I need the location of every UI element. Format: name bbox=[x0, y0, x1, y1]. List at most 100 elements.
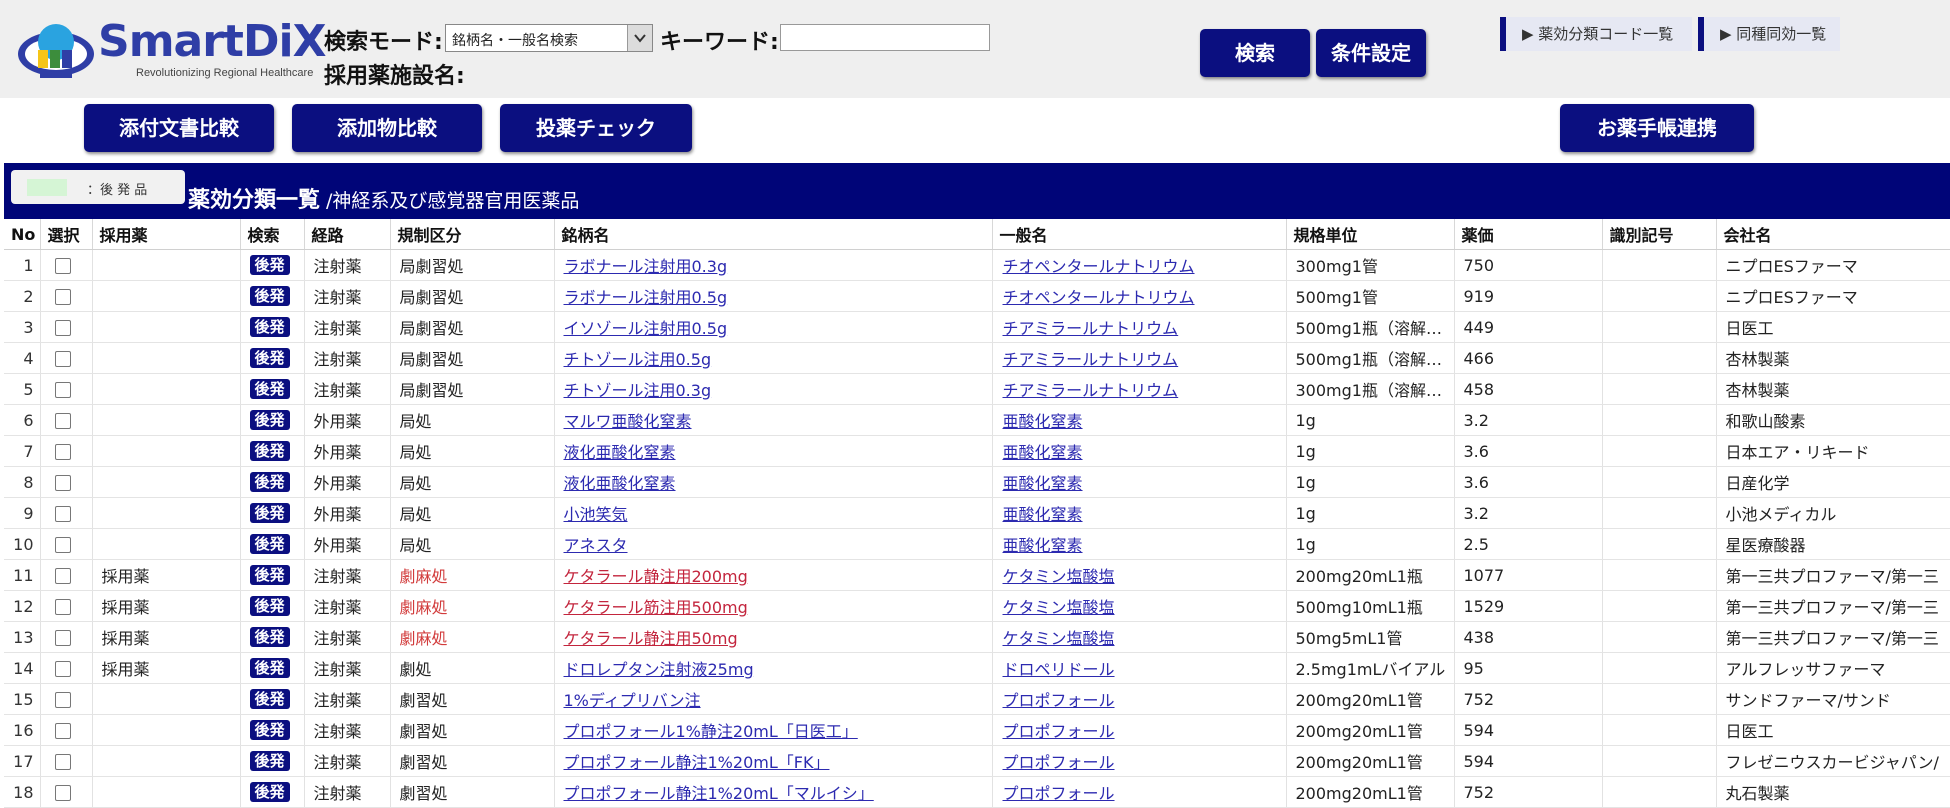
generic-search-button[interactable]: 後発 bbox=[249, 565, 290, 585]
col-select[interactable]: 選択 bbox=[40, 219, 93, 250]
brand-link[interactable]: 液化亜酸化窒素 bbox=[564, 474, 676, 493]
brand-link[interactable]: マルワ亜酸化窒素 bbox=[564, 412, 692, 431]
generic-name-link[interactable]: ケタミン塩酸塩 bbox=[1003, 567, 1115, 586]
generic-name-link[interactable]: 亜酸化窒素 bbox=[1003, 505, 1083, 524]
search-button[interactable]: 検索 bbox=[1200, 29, 1310, 77]
select-checkbox[interactable] bbox=[54, 692, 71, 708]
select-checkbox[interactable] bbox=[54, 754, 71, 770]
table-row[interactable]: 17 後発 注射薬 劇習処 プロポフォール静注1%20mL「FK」 プロポフォール 200m… bbox=[4, 745, 1950, 777]
generic-search-button[interactable]: 後発 bbox=[249, 286, 290, 306]
generic-name-link[interactable]: チアミラールナトリウム bbox=[1003, 381, 1179, 400]
search-mode-select[interactable]: 銘柄名・一般名検索 bbox=[445, 24, 653, 52]
brand-link[interactable]: アネスタ bbox=[564, 536, 628, 555]
col-generic[interactable]: 一般名 bbox=[992, 219, 1287, 250]
col-regulation[interactable]: 規制区分 bbox=[390, 219, 555, 250]
select-checkbox[interactable] bbox=[54, 661, 71, 677]
table-row[interactable]: 3 後発 注射薬 局劇習処 イソゾール注射用0.5g チアミラールナトリウム 500mg1瓶… bbox=[4, 311, 1950, 343]
brand-link[interactable]: イソゾール注射用0.5g bbox=[564, 319, 728, 338]
table-row[interactable]: 1 後発 注射薬 局劇習処 ラボナール注射用0.3g チオペンタールナトリウム 300mg1… bbox=[4, 249, 1950, 281]
brand-link[interactable]: ケタラール静注用50mg bbox=[564, 629, 738, 648]
same-kind-link[interactable]: ▶ 同種同効一覧 bbox=[1698, 17, 1840, 51]
generic-search-button[interactable]: 後発 bbox=[249, 534, 290, 554]
table-row[interactable]: 7 後発 外用薬 局処 液化亜酸化窒素 亜酸化窒素 1g 3.6 日本エア・リキード bbox=[4, 435, 1950, 467]
select-checkbox[interactable] bbox=[54, 351, 71, 367]
generic-name-link[interactable]: チアミラールナトリウム bbox=[1003, 350, 1179, 369]
select-checkbox[interactable] bbox=[54, 630, 71, 646]
generic-search-button[interactable]: 後発 bbox=[249, 596, 290, 616]
col-unit[interactable]: 規格単位 bbox=[1286, 219, 1455, 250]
generic-name-link[interactable]: ケタミン塩酸塩 bbox=[1003, 598, 1115, 617]
generic-search-button[interactable]: 後発 bbox=[249, 689, 290, 709]
generic-name-link[interactable]: プロポフォール bbox=[1003, 784, 1115, 803]
table-row[interactable]: 9 後発 外用薬 局処 小池笑気 亜酸化窒素 1g 3.2 小池メディカル bbox=[4, 497, 1950, 529]
generic-name-link[interactable]: ケタミン塩酸塩 bbox=[1003, 629, 1115, 648]
generic-search-button[interactable]: 後発 bbox=[249, 317, 290, 337]
generic-name-link[interactable]: 亜酸化窒素 bbox=[1003, 536, 1083, 555]
select-checkbox[interactable] bbox=[54, 475, 71, 491]
brand-link[interactable]: 1%ディプリバン注 bbox=[564, 691, 701, 710]
select-checkbox[interactable] bbox=[54, 723, 71, 739]
generic-name-link[interactable]: 亜酸化窒素 bbox=[1003, 412, 1083, 431]
generic-name-link[interactable]: チアミラールナトリウム bbox=[1003, 319, 1179, 338]
brand-link[interactable]: ケタラール静注用200mg bbox=[564, 567, 748, 586]
col-adopted[interactable]: 採用薬 bbox=[92, 219, 241, 250]
table-row[interactable]: 2 後発 注射薬 局劇習処 ラボナール注射用0.5g チオペンタールナトリウム 500mg1… bbox=[4, 280, 1950, 312]
generic-name-link[interactable]: ドロペリドール bbox=[1003, 660, 1115, 679]
generic-search-button[interactable]: 後発 bbox=[249, 658, 290, 678]
select-checkbox[interactable] bbox=[54, 413, 71, 429]
brand-link[interactable]: 小池笑気 bbox=[564, 505, 628, 524]
table-row[interactable]: 8 後発 外用薬 局処 液化亜酸化窒素 亜酸化窒素 1g 3.6 日産化学 bbox=[4, 466, 1950, 498]
generic-search-button[interactable]: 後発 bbox=[249, 410, 290, 430]
brand-link[interactable]: 液化亜酸化窒素 bbox=[564, 443, 676, 462]
col-search[interactable]: 検索 bbox=[240, 219, 305, 250]
generic-name-link[interactable]: チオペンタールナトリウム bbox=[1003, 257, 1195, 276]
dropdown-arrow-icon[interactable] bbox=[627, 25, 652, 51]
conditions-button[interactable]: 条件設定 bbox=[1316, 29, 1426, 77]
generic-search-button[interactable]: 後発 bbox=[249, 751, 290, 771]
brand-link[interactable]: ラボナール注射用0.5g bbox=[564, 288, 728, 307]
generic-search-button[interactable]: 後発 bbox=[249, 503, 290, 523]
table-row[interactable]: 4 後発 注射薬 局劇習処 チトゾール注用0.5g チアミラールナトリウム 500mg1瓶（… bbox=[4, 342, 1950, 374]
select-checkbox[interactable] bbox=[54, 537, 71, 553]
table-row[interactable]: 13 採用薬 後発 注射薬 劇麻処 ケタラール静注用50mg ケタミン塩酸塩 50mg5mL1… bbox=[4, 621, 1950, 653]
table-row[interactable]: 15 後発 注射薬 劇習処 1%ディプリバン注 プロポフォール 200mg20mL1管 752… bbox=[4, 683, 1950, 715]
generic-search-button[interactable]: 後発 bbox=[249, 441, 290, 461]
select-checkbox[interactable] bbox=[54, 444, 71, 460]
compare-docs-button[interactable]: 添付文書比較 bbox=[84, 104, 274, 152]
col-no[interactable]: No bbox=[4, 219, 41, 250]
generic-name-link[interactable]: 亜酸化窒素 bbox=[1003, 443, 1083, 462]
generic-name-link[interactable]: プロポフォール bbox=[1003, 722, 1115, 741]
brand-link[interactable]: ドロレプタン注射液25mg bbox=[564, 660, 754, 679]
brand-link[interactable]: ラボナール注射用0.3g bbox=[564, 257, 728, 276]
generic-search-button[interactable]: 後発 bbox=[249, 379, 290, 399]
col-company[interactable]: 会社名 bbox=[1716, 219, 1950, 250]
col-code[interactable]: 識別記号 bbox=[1602, 219, 1717, 250]
select-checkbox[interactable] bbox=[54, 258, 71, 274]
table-row[interactable]: 14 採用薬 後発 注射薬 劇処 ドロレプタン注射液25mg ドロペリドール 2.5mg1mL… bbox=[4, 652, 1950, 684]
brand-link[interactable]: プロポフォール1%静注20mL「日医工」 bbox=[564, 722, 858, 741]
generic-search-button[interactable]: 後発 bbox=[249, 627, 290, 647]
select-checkbox[interactable] bbox=[54, 785, 71, 801]
col-brand[interactable]: 銘柄名 bbox=[554, 219, 993, 250]
table-row[interactable]: 11 採用薬 後発 注射薬 劇麻処 ケタラール静注用200mg ケタミン塩酸塩 200mg20… bbox=[4, 559, 1950, 591]
generic-search-button[interactable]: 後発 bbox=[249, 348, 290, 368]
generic-name-link[interactable]: 亜酸化窒素 bbox=[1003, 474, 1083, 493]
generic-search-button[interactable]: 後発 bbox=[249, 782, 290, 802]
generic-name-link[interactable]: プロポフォール bbox=[1003, 753, 1115, 772]
brand-link[interactable]: チトゾール注用0.3g bbox=[564, 381, 712, 400]
brand-link[interactable]: ケタラール筋注用500mg bbox=[564, 598, 748, 617]
generic-name-link[interactable]: プロポフォール bbox=[1003, 691, 1115, 710]
generic-search-button[interactable]: 後発 bbox=[249, 255, 290, 275]
smartdix-logo[interactable]: SmartDiX Revolutionizing Regional Health… bbox=[16, 16, 326, 86]
table-row[interactable]: 16 後発 注射薬 劇習処 プロポフォール1%静注20mL「日医工」 プロポフォール 200… bbox=[4, 714, 1950, 746]
handbook-link-button[interactable]: お薬手帳連携 bbox=[1560, 104, 1754, 152]
table-row[interactable]: 18 後発 注射薬 劇習処 プロポフォール静注1%20mL「マルイシ」 プロポフォール 20… bbox=[4, 776, 1950, 808]
compare-additives-button[interactable]: 添加物比較 bbox=[292, 104, 482, 152]
table-row[interactable]: 12 採用薬 後発 注射薬 劇麻処 ケタラール筋注用500mg ケタミン塩酸塩 500mg10… bbox=[4, 590, 1950, 622]
dosing-check-button[interactable]: 投薬チェック bbox=[500, 104, 692, 152]
generic-search-button[interactable]: 後発 bbox=[249, 472, 290, 492]
col-route[interactable]: 経路 bbox=[304, 219, 391, 250]
select-checkbox[interactable] bbox=[54, 568, 71, 584]
brand-link[interactable]: チトゾール注用0.5g bbox=[564, 350, 712, 369]
generic-search-button[interactable]: 後発 bbox=[249, 720, 290, 740]
